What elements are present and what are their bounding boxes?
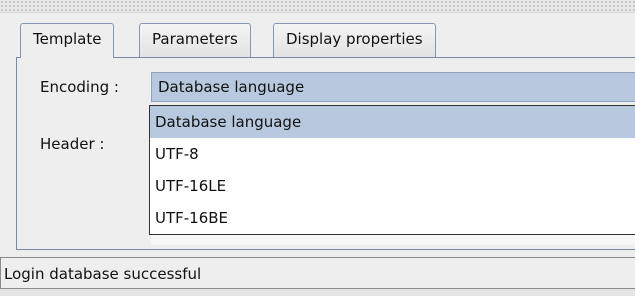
tab-display-properties-label: Display properties — [286, 30, 423, 48]
window-bottom-edge — [0, 289, 635, 296]
tab-display-properties[interactable]: Display properties — [273, 23, 436, 57]
header-label: Header : — [40, 135, 105, 153]
encoding-dropdown-list[interactable]: Database language UTF-8 UTF-16LE UTF-16B… — [149, 105, 635, 235]
dropdown-option-utf-16le[interactable]: UTF-16LE — [150, 170, 635, 202]
dropdown-shadow — [151, 235, 635, 245]
tab-parameters[interactable]: Parameters — [139, 23, 251, 57]
dropdown-option-utf-8[interactable]: UTF-8 — [150, 138, 635, 170]
encoding-select[interactable]: Database language — [151, 72, 635, 102]
status-bar: Login database successful — [0, 257, 635, 289]
encoding-label: Encoding : — [40, 78, 119, 96]
dropdown-option-utf-16be[interactable]: UTF-16BE — [150, 202, 635, 234]
tab-template[interactable]: Template — [20, 23, 115, 58]
status-message: Login database successful — [4, 265, 202, 283]
encoding-select-value: Database language — [158, 78, 305, 96]
toolbar-grip[interactable] — [0, 0, 635, 13]
dropdown-option-database-language[interactable]: Database language — [150, 106, 635, 138]
tab-template-label: Template — [33, 30, 102, 48]
tab-parameters-label: Parameters — [152, 30, 238, 48]
